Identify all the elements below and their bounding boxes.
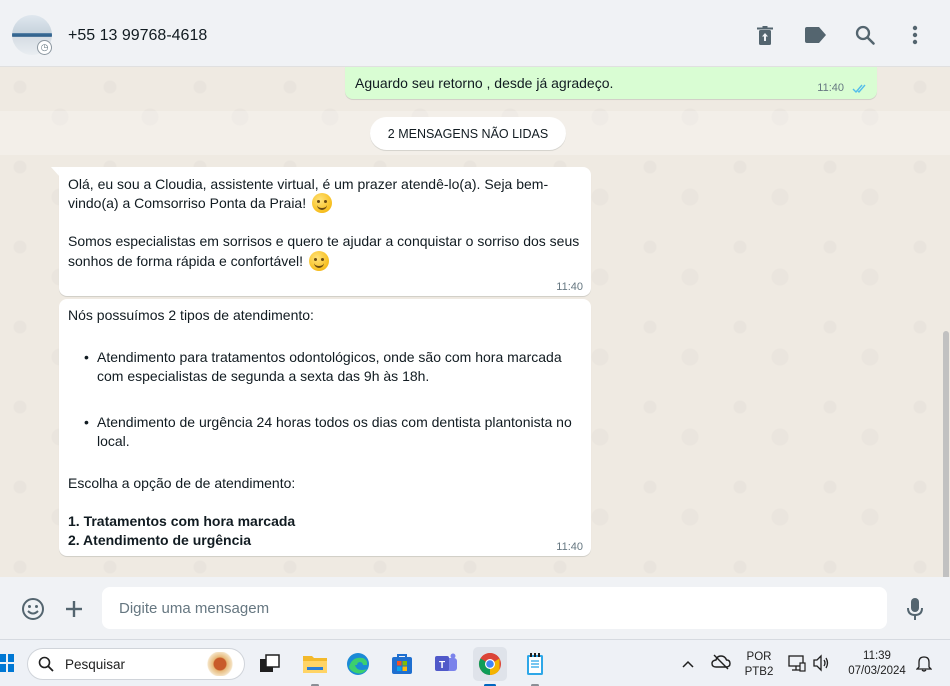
message-line: Olá, eu sou a Cloudia, assistente virtua… [68,176,549,192]
message-line: Nós possuímos 2 tipos de atendimento: [68,307,314,323]
message-line: sonhos de forma rápida e confortável! [68,251,330,271]
search-label: Pesquisar [65,657,126,672]
language-code: POR [746,651,772,663]
microsoft-store-icon[interactable] [385,647,419,681]
message-line-text: vindo(a) a Comsorriso Ponta da Praia! [68,195,307,211]
chat-scrollbar[interactable] [943,331,949,577]
edge-icon[interactable] [341,647,375,681]
windows-taskbar: Pesquisar T POR PTB2 11:39 07/03/2024 [0,639,950,686]
message-line-text: sonhos de forma rápida e confortável! [68,253,304,269]
menu-icon[interactable] [904,24,926,46]
relieved-face-emoji-icon [309,251,330,271]
clock-badge-icon: ◷ [37,40,52,55]
search-icon[interactable] [854,24,876,46]
message-line: Escolha a opção de de atendimento: [68,475,296,491]
message-line: com especialistas de segunda a sexta das… [97,368,430,384]
notification-bell-icon[interactable] [915,654,933,677]
keyboard-layout: PTB2 [744,666,774,678]
delete-icon[interactable] [754,24,776,46]
volume-icon[interactable] [812,654,830,677]
outgoing-message[interactable]: Aguardo seu retorno , desde já agradeço.… [345,67,877,99]
teams-icon[interactable]: T [429,647,463,681]
clock-time: 11:39 [863,650,891,662]
incoming-message[interactable]: Olá, eu sou a Cloudia, assistente virtua… [59,167,591,296]
task-view-icon[interactable] [253,647,287,681]
chevron-up-icon[interactable] [682,656,694,674]
chat-area[interactable]: Aguardo seu retorno , desde já agradeço.… [0,67,950,577]
message-line: Somos especialistas em sorrisos e quero … [68,233,580,249]
cloud-offline-icon[interactable] [711,654,731,675]
network-icon[interactable] [788,654,806,677]
label-icon[interactable] [804,24,826,46]
message-time: 11:40 [817,82,844,94]
file-explorer-icon[interactable] [298,647,332,686]
message-composer [0,577,950,639]
system-clock[interactable]: 11:39 07/03/2024 [840,649,914,679]
notepad-icon[interactable] [518,647,552,686]
message-time: 11:40 [556,541,583,553]
taskbar-search[interactable]: Pesquisar [27,648,245,680]
microphone-icon[interactable] [902,596,928,622]
bullet-dot: • [84,349,89,365]
clock-date: 07/03/2024 [848,665,906,677]
option-line: 1. Tratamentos com hora marcada [68,513,296,529]
contact-name[interactable]: +55 13 99768-4618 [68,27,207,45]
bullet-dot: • [84,414,89,430]
message-line: Atendimento para tratamentos odontológic… [97,349,562,365]
message-line: Atendimento de urgência 24 horas todos o… [97,414,572,430]
emoji-icon[interactable] [20,596,46,622]
message-line: vindo(a) a Comsorriso Ponta da Praia! [68,193,333,213]
language-indicator[interactable]: POR PTB2 [742,650,776,680]
search-highlight-icon [199,652,241,676]
chat-header: ◷ +55 13 99768-4618 [0,0,950,67]
plus-icon[interactable] [61,596,87,622]
chrome-icon[interactable] [473,647,507,686]
read-ticks-icon [852,81,868,99]
unread-messages-badge: 2 MENSAGENS NÃO LIDAS [370,117,566,150]
message-line: local. [97,433,130,449]
message-time: 11:40 [556,281,583,293]
message-text: Aguardo seu retorno , desde já agradeço. [355,75,614,91]
svg-text:T: T [439,660,445,671]
option-line: 2. Atendimento de urgência [68,532,252,548]
incoming-message[interactable]: Nós possuímos 2 tipos de atendimento: • … [59,299,591,556]
smiling-face-emoji-icon [312,193,333,213]
search-icon [38,656,54,677]
windows-start-icon[interactable] [0,654,14,672]
message-input[interactable] [102,587,887,629]
